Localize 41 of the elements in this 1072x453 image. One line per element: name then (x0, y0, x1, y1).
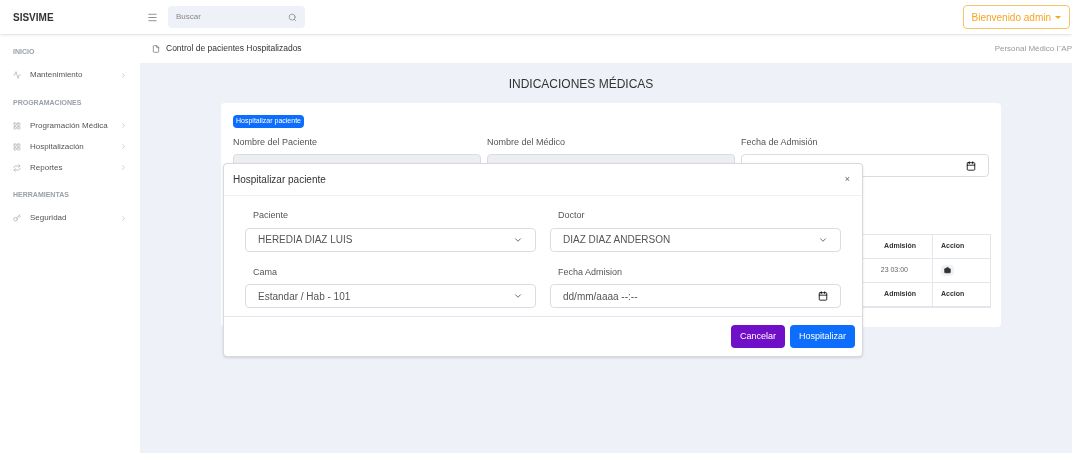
modal-title: Hospitalizar paciente (233, 173, 326, 187)
sidebar-item[interactable]: Seguridad (13, 207, 127, 229)
breadcrumb-right: Personal Médico I˜AP (994, 42, 1072, 55)
date-field[interactable]: dd/mm/aaaa --:-- (550, 284, 841, 308)
hospitalize-button[interactable]: Hospitalizar (789, 325, 855, 348)
close-button[interactable]: × (844, 172, 850, 187)
field-label: Cama (252, 265, 278, 279)
select-field[interactable]: DIAZ DIAZ ANDERSON (550, 227, 841, 252)
field-label: Fecha Admision (557, 265, 624, 279)
cancel-button[interactable]: Cancelar (730, 325, 785, 348)
field-label: Fecha de Admisión (741, 135, 819, 149)
chevron-icon (120, 143, 127, 150)
chevron-icon (120, 71, 127, 79)
caret-icon (513, 291, 523, 301)
field-label: Nombre del Paciente (233, 135, 319, 149)
sidebar-item[interactable]: Reportes (13, 157, 127, 178)
item-icon (13, 71, 21, 79)
chevron-icon (120, 164, 127, 171)
item-icon (13, 142, 21, 151)
chevron-icon (120, 214, 127, 222)
field-label: Doctor (557, 209, 586, 222)
breadcrumb: Control de pacientes Hospitalizados (166, 42, 302, 55)
menu-icon[interactable] (147, 11, 158, 23)
item-icon (13, 214, 21, 222)
select-field[interactable]: Estandar / Hab - 101 (245, 284, 536, 308)
calendar-icon (818, 291, 828, 301)
sidebar-item[interactable]: Programación Médica (13, 115, 127, 136)
page-icon (152, 44, 160, 53)
sidebar-item[interactable]: Hospitalización (13, 136, 127, 157)
search-icon (288, 12, 297, 22)
calendar-icon (966, 160, 976, 171)
sidebar-item[interactable]: Mantenimiento (13, 64, 127, 86)
field-label: Nombre del Médico (487, 135, 567, 149)
page-title: INDICACIONES MÉDICAS (508, 75, 654, 93)
chevron-icon (120, 122, 127, 129)
action-button[interactable] (941, 265, 954, 276)
field-label: Paciente (252, 209, 290, 222)
brand-name: SISVIME (12, 10, 55, 25)
item-icon (13, 163, 21, 172)
select-field[interactable]: HEREDIA DIAZ LUIS (245, 227, 536, 252)
item-icon (13, 121, 21, 130)
